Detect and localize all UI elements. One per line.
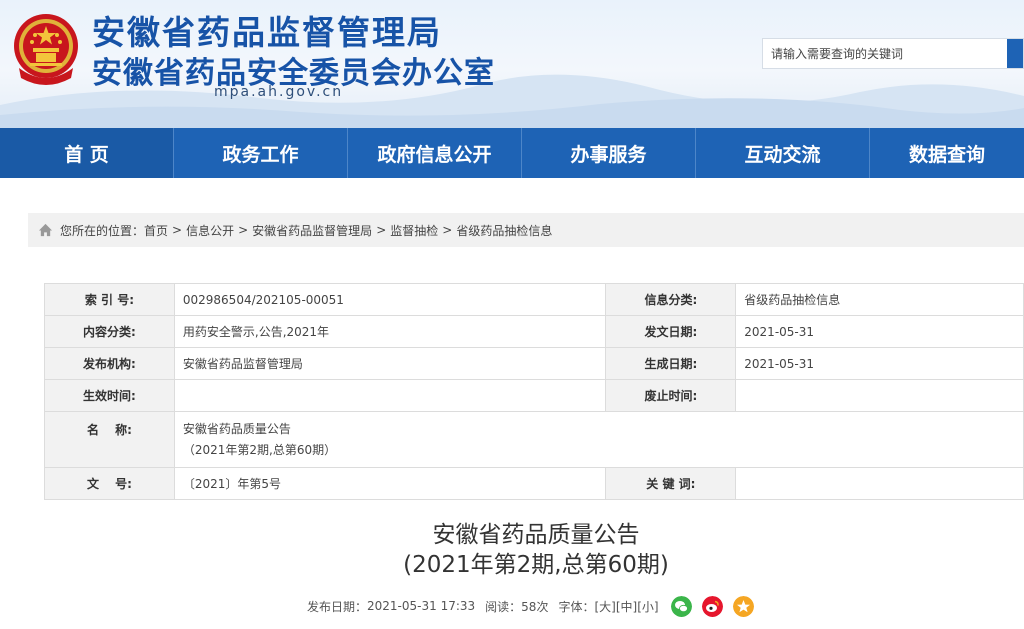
content-category-label: 内容分类:	[44, 315, 175, 348]
favorite-share-icon[interactable]	[732, 595, 754, 617]
article-title-line-1: 安徽省药品质量公告	[432, 522, 640, 548]
publish-date-label: 发布日期：	[307, 599, 368, 614]
national-emblem-icon	[14, 14, 78, 85]
content-category-value: 用药安全警示,公告,2021年	[173, 315, 607, 348]
breadcrumb-item-supervision[interactable]: 监督抽检	[390, 222, 438, 239]
nav-item-interaction[interactable]: 互动交流	[696, 128, 870, 178]
views-label: 阅读：	[485, 599, 522, 614]
publish-date-value: 2021-05-31 17:33	[367, 599, 476, 613]
table-row: 索 引 号: 002986504/202105-00051 信息分类: 省级药品…	[44, 283, 1024, 316]
site-title: 安徽省药品监督管理局	[92, 13, 442, 52]
doc-number-label: 文 号:	[44, 467, 175, 500]
wechat-share-icon[interactable]	[670, 595, 692, 617]
breadcrumb-separator: >	[376, 223, 387, 237]
article-title-line-2: (2021年第2期,总第60期)	[403, 552, 669, 578]
table-row: 内容分类: 用药安全警示,公告,2021年 发文日期: 2021-05-31	[44, 315, 1024, 348]
main-nav: 首 页 政务工作 政府信息公开 办事服务 互动交流 数据查询	[0, 128, 1024, 178]
breadcrumb-item-bureau[interactable]: 安徽省药品监督管理局	[252, 222, 372, 239]
nav-item-data-query[interactable]: 数据查询	[870, 128, 1024, 178]
nav-item-government-work[interactable]: 政务工作	[174, 128, 348, 178]
name-line-1: 安徽省药品质量公告	[182, 421, 291, 436]
effective-time-value	[173, 379, 607, 412]
document-info-table: 索 引 号: 002986504/202105-00051 信息分类: 省级药品…	[44, 283, 1024, 500]
table-row: 名 称: 安徽省药品质量公告 （2021年第2期,总第60期）	[44, 411, 1024, 468]
breadcrumb-prefix: 您所在的位置：	[60, 223, 145, 238]
nav-item-services[interactable]: 办事服务	[522, 128, 696, 178]
info-category-label: 信息分类:	[605, 283, 737, 316]
issue-date-label: 发文日期:	[605, 315, 737, 348]
breadcrumb-item-info-disclosure[interactable]: 信息公开	[186, 222, 234, 239]
abolish-time-value	[735, 379, 1024, 412]
breadcrumb-separator: >	[442, 223, 453, 237]
issue-date-value: 2021-05-31	[735, 315, 1024, 348]
search-button[interactable]	[1007, 39, 1023, 68]
publisher-label: 发布机构:	[44, 347, 175, 380]
index-value: 002986504/202105-00051	[173, 283, 607, 316]
abolish-time-label: 废止时间:	[605, 379, 737, 412]
search-box	[762, 38, 1024, 69]
publisher-value: 安徽省药品监督管理局	[173, 347, 607, 380]
breadcrumb-item-home[interactable]: 首页	[144, 222, 168, 239]
keywords-label: 关 键 词:	[605, 467, 737, 500]
breadcrumb-item-provincial-sampling[interactable]: 省级药品抽检信息	[456, 222, 552, 239]
nav-item-info-disclosure[interactable]: 政府信息公开	[348, 128, 522, 178]
home-icon	[38, 223, 53, 237]
header-banner: 安徽省药品监督管理局 安徽省药品安全委员会办公室 mpa.ah.gov.cn	[0, 0, 1024, 128]
table-row: 发布机构: 安徽省药品监督管理局 生成日期: 2021-05-31	[44, 347, 1024, 380]
effective-time-label: 生效时间:	[44, 379, 175, 412]
info-category-value: 省级药品抽检信息	[735, 283, 1024, 316]
views-value: 58次	[521, 599, 549, 614]
article-title: 安徽省药品质量公告 (2021年第2期,总第60期)	[0, 520, 1024, 580]
doc-number-value: 〔2021〕年第5号	[173, 467, 607, 500]
weibo-share-icon[interactable]	[701, 595, 723, 617]
breadcrumb-separator: >	[172, 223, 183, 237]
index-label: 索 引 号:	[44, 283, 175, 316]
font-size-large-button[interactable]: [大]	[594, 598, 615, 615]
name-value: 安徽省药品质量公告 （2021年第2期,总第60期）	[173, 411, 1024, 468]
keywords-value	[735, 467, 1024, 500]
site-domain: mpa.ah.gov.cn	[214, 84, 344, 100]
name-label: 名 称:	[44, 411, 175, 468]
created-date-label: 生成日期:	[605, 347, 737, 380]
table-row: 文 号: 〔2021〕年第5号 关 键 词:	[44, 467, 1024, 500]
table-row: 生效时间: 废止时间:	[44, 379, 1024, 412]
search-input[interactable]	[763, 39, 1008, 68]
nav-item-home[interactable]: 首 页	[0, 128, 174, 178]
font-size-small-button[interactable]: [小]	[637, 598, 658, 615]
font-size-label: 字体：	[558, 599, 595, 614]
article-meta: 发布日期： 2021-05-31 17:33 阅读： 58次 字体： [大] […	[307, 595, 754, 617]
breadcrumb-separator: >	[238, 223, 249, 237]
name-line-2: （2021年第2期,总第60期）	[182, 442, 337, 457]
breadcrumb: 您所在的位置： 首页 > 信息公开 > 安徽省药品监督管理局 > 监督抽检 > …	[28, 213, 1024, 247]
font-size-medium-button[interactable]: [中]	[616, 598, 637, 615]
created-date-value: 2021-05-31	[735, 347, 1024, 380]
